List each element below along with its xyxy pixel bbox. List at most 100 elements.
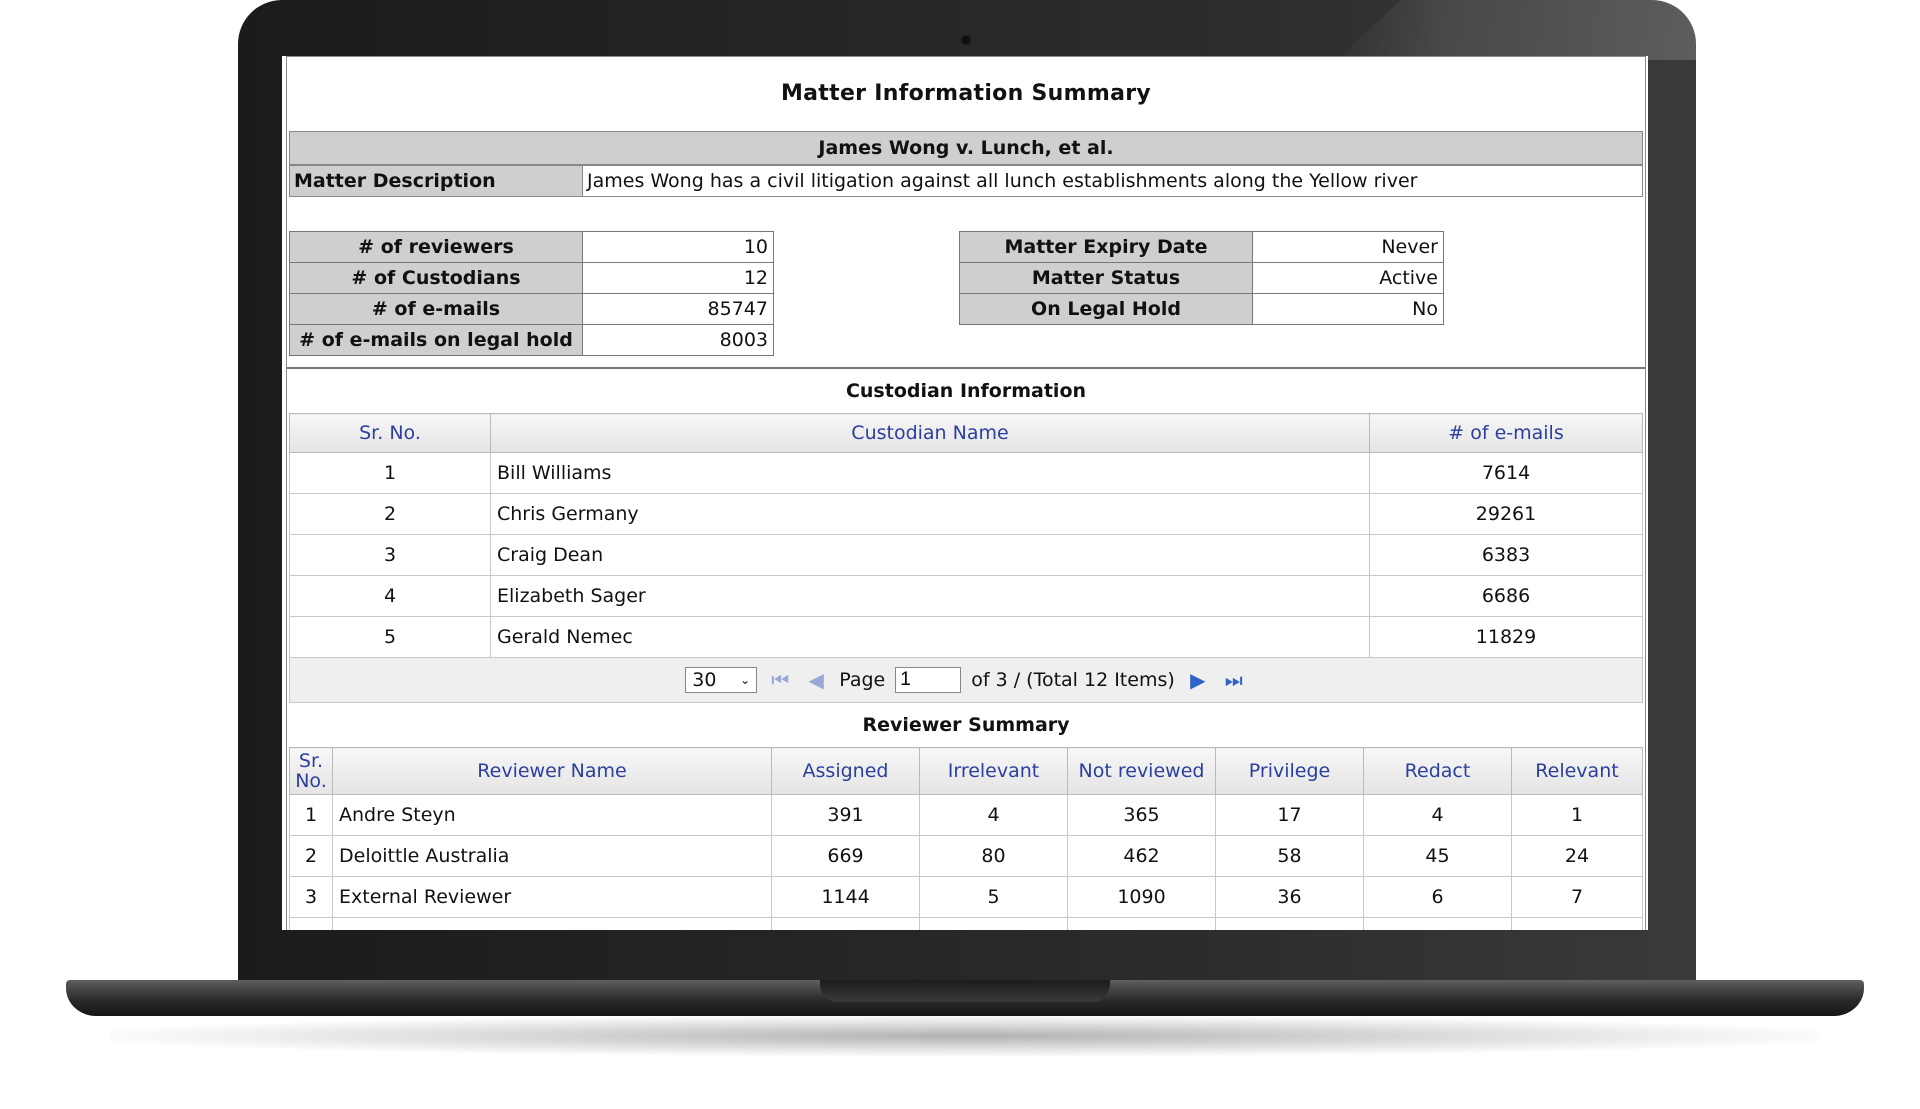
cell-redact: 6 (1363, 876, 1512, 918)
table-row[interactable]: 2 Deloittle Australia 669 80 462 58 45 2… (289, 835, 1643, 877)
reviewer-section-title: Reviewer Summary (862, 714, 1070, 736)
cell-privilege: 58 (1215, 835, 1364, 877)
matter-status-table: Matter Expiry Date Never Matter Status A… (959, 231, 1444, 325)
page-number-input[interactable] (895, 667, 962, 693)
cell-privilege: 36 (1215, 876, 1364, 918)
cell-custodian-name: Gerald Nemec (490, 616, 1370, 658)
cell-not-reviewed: 365 (1067, 794, 1216, 836)
cell-sr-no: 3 (289, 534, 491, 576)
cell-relevant: 1 (1511, 794, 1643, 836)
cell-sr-no: 4 (289, 575, 491, 617)
table-row[interactable]: 2 Chris Germany 29261 (289, 493, 1643, 535)
table-row[interactable]: 4 Elizabeth Sager 6686 (289, 575, 1643, 617)
previous-page-icon[interactable]: ◀ (803, 668, 829, 692)
cell-email-count: 29261 (1369, 493, 1643, 535)
cell-irrelevant: 80 (919, 835, 1068, 877)
column-header-sr-no[interactable]: Sr. No. (289, 747, 333, 795)
cell-email-count: 11829 (1369, 616, 1643, 658)
stat-label: # of e-mails (289, 293, 583, 325)
stat-label: # of reviewers (289, 231, 583, 263)
cell-custodian-name: Chris Germany (490, 493, 1370, 535)
cell-sr-no: 2 (289, 835, 333, 877)
stat-row-expiry: Matter Expiry Date Never (959, 231, 1444, 263)
column-header-custodian-name[interactable]: Custodian Name (490, 413, 1370, 453)
next-page-icon[interactable]: ▶ (1185, 668, 1211, 692)
stat-row-custodians: # of Custodians 12 (289, 262, 774, 294)
cell-assigned: 1144 (771, 876, 920, 918)
cell-assigned: 391 (771, 794, 920, 836)
column-header-assigned[interactable]: Assigned (771, 747, 920, 795)
stat-label: Matter Expiry Date (959, 231, 1253, 263)
cell-sr-no: 1 (289, 452, 491, 494)
cell-reviewer-name: 花子 山田 (332, 917, 772, 930)
laptop-shadow (110, 1016, 1820, 1056)
table-row[interactable]: 5 Gerald Nemec 11829 (289, 616, 1643, 658)
first-page-icon[interactable]: ⏮ (767, 668, 793, 692)
cell-privilege: 17 (1215, 794, 1364, 836)
stat-row-status: Matter Status Active (959, 262, 1444, 294)
stat-label: # of e-mails on legal hold (289, 324, 583, 356)
cell-assigned: 867 (771, 917, 920, 930)
column-header-sr-no[interactable]: Sr. No. (289, 413, 491, 453)
table-row[interactable]: 1 Bill Williams 7614 (289, 452, 1643, 494)
stat-value: Never (1252, 231, 1444, 263)
stat-value: 8003 (582, 324, 774, 356)
column-header-relevant[interactable]: Relevant (1511, 747, 1643, 795)
cell-relevant: 23 (1511, 917, 1643, 930)
stats-section: # of reviewers 10 # of Custodians 12 # o… (287, 197, 1645, 367)
table-row[interactable]: 3 Craig Dean 6383 (289, 534, 1643, 576)
matter-description-table: Matter Description James Wong has a civi… (289, 165, 1643, 197)
column-header-email-count[interactable]: # of e-mails (1369, 413, 1643, 453)
page-size-value: 30 (692, 669, 717, 691)
table-row[interactable]: 1 Andre Steyn 391 4 365 17 4 1 (289, 794, 1643, 836)
reviewer-header-row: Sr. No. Reviewer Name Assigned Irrelevan… (289, 747, 1643, 795)
matter-counts-table: # of reviewers 10 # of Custodians 12 # o… (289, 231, 774, 356)
column-header-privilege[interactable]: Privilege (1215, 747, 1364, 795)
cell-redact: 4 (1363, 794, 1512, 836)
matter-description-label: Matter Description (289, 165, 583, 197)
cell-redact: 45 (1363, 835, 1512, 877)
cell-email-count: 6383 (1369, 534, 1643, 576)
cell-privilege: 86 (1215, 917, 1364, 930)
stat-label: # of Custodians (289, 262, 583, 294)
page-label: Page (839, 669, 886, 691)
column-header-not-reviewed[interactable]: Not reviewed (1067, 747, 1216, 795)
stat-value: Active (1252, 262, 1444, 294)
matter-description-value: James Wong has a civil litigation agains… (582, 165, 1643, 197)
cell-sr-no: 3 (289, 876, 333, 918)
cell-reviewer-name: External Reviewer (332, 876, 772, 918)
stat-row-emails: # of e-mails 85747 (289, 293, 774, 325)
table-row[interactable]: 4 花子 山田 867 104 628 86 26 23 (289, 917, 1643, 930)
reviewer-table: Sr. No. Reviewer Name Assigned Irrelevan… (289, 747, 1643, 930)
last-page-icon[interactable]: ⏭ (1221, 668, 1247, 692)
cell-custodian-name: Bill Williams (490, 452, 1370, 494)
stat-value: 10 (582, 231, 774, 263)
stat-row-legal-hold: On Legal Hold No (959, 293, 1444, 325)
column-header-irrelevant[interactable]: Irrelevant (919, 747, 1068, 795)
cell-sr-no: 4 (289, 917, 333, 930)
stat-value: 12 (582, 262, 774, 294)
cell-sr-no: 5 (289, 616, 491, 658)
custodian-section-title: Custodian Information (287, 367, 1645, 413)
chevron-down-icon: ⌄ (740, 673, 751, 687)
column-header-redact[interactable]: Redact (1363, 747, 1512, 795)
cell-irrelevant: 104 (919, 917, 1068, 930)
custodian-header-row: Sr. No. Custodian Name # of e-mails (289, 413, 1643, 453)
matter-description-row: Matter Description James Wong has a civi… (289, 165, 1643, 197)
stat-row-legal-hold-emails: # of e-mails on legal hold 8003 (289, 324, 774, 356)
lid-reflection (1336, 0, 1696, 60)
cell-not-reviewed: 1090 (1067, 876, 1216, 918)
cell-irrelevant: 5 (919, 876, 1068, 918)
laptop-screen: Matter Information Summary James Wong v.… (282, 56, 1648, 930)
laptop-notch (820, 980, 1110, 1002)
page-count-text: of 3 / (Total 12 Items) (971, 669, 1175, 691)
cell-irrelevant: 4 (919, 794, 1068, 836)
stat-label: Matter Status (959, 262, 1253, 294)
cell-custodian-name: Elizabeth Sager (490, 575, 1370, 617)
cell-not-reviewed: 628 (1067, 917, 1216, 930)
column-header-reviewer-name[interactable]: Reviewer Name (332, 747, 772, 795)
table-row[interactable]: 3 External Reviewer 1144 5 1090 36 6 7 (289, 876, 1643, 918)
cell-reviewer-name: Deloittle Australia (332, 835, 772, 877)
cell-assigned: 669 (771, 835, 920, 877)
page-size-select[interactable]: 30 ⌄ (685, 667, 758, 693)
